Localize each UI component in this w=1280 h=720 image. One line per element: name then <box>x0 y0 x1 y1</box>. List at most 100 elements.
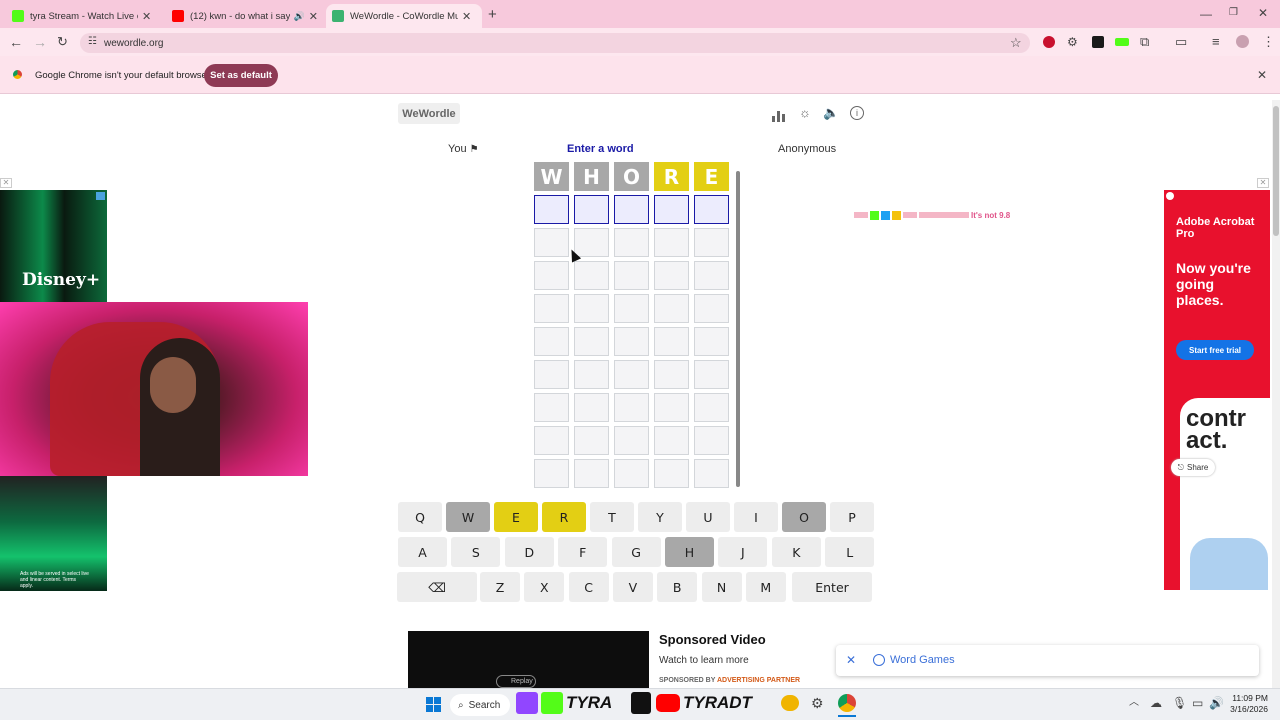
key-n[interactable]: N <box>701 572 742 602</box>
youtube-taskbar-icon[interactable] <box>656 694 680 712</box>
enter-key[interactable]: Enter <box>792 572 872 602</box>
settings-gear-icon[interactable]: ⚙ <box>811 696 824 710</box>
close-icon[interactable]: ✕ <box>309 10 318 23</box>
disney-logo: Disney+ <box>22 270 101 290</box>
word-games-banner[interactable]: ✕ Word Games <box>836 645 1259 676</box>
taskbar-search[interactable]: ⌕ Search <box>450 694 510 716</box>
tab-kick[interactable]: tyra Stream - Watch Live on Ki ✕ <box>6 4 164 28</box>
sound-icon[interactable]: 🔈 <box>823 106 839 119</box>
banner-close-icon[interactable]: ✕ <box>846 653 856 667</box>
key-d[interactable]: D <box>504 537 554 567</box>
sponsored-video-player[interactable]: Replay <box>408 631 649 688</box>
speaker-icon[interactable]: 🔊 <box>294 11 305 22</box>
key-a[interactable]: A <box>398 537 447 567</box>
key-l[interactable]: L <box>825 537 875 567</box>
lightbulb-icon[interactable]: ☼ <box>799 106 811 119</box>
board-tile: W <box>534 162 569 191</box>
reload-icon[interactable]: ↻ <box>57 35 68 48</box>
key-e[interactable]: E <box>494 502 538 532</box>
key-g[interactable]: G <box>611 537 661 567</box>
chrome-taskbar-icon[interactable] <box>838 694 856 712</box>
close-icon[interactable]: ✕ <box>462 10 471 23</box>
start-free-trial-button[interactable]: Start free trial <box>1176 340 1254 360</box>
kick-taskbar-icon[interactable] <box>541 692 563 714</box>
key-f[interactable]: F <box>558 537 608 567</box>
key-c[interactable]: C <box>568 572 609 602</box>
forward-icon[interactable]: → <box>33 35 47 49</box>
word-games-link[interactable]: Word Games <box>890 654 955 666</box>
key-u[interactable]: U <box>686 502 730 532</box>
adchoices-icon[interactable] <box>1166 192 1174 200</box>
adchoices-icon[interactable] <box>96 192 105 200</box>
key-p[interactable]: P <box>830 502 874 532</box>
menu-kebab-icon[interactable]: ⋮ <box>1262 35 1275 48</box>
profile-avatar[interactable] <box>1236 35 1249 48</box>
backspace-key[interactable]: ⌫ <box>397 572 477 602</box>
minimize-icon[interactable]: — <box>1200 8 1212 20</box>
stats-icon[interactable] <box>772 106 790 122</box>
key-x[interactable]: X <box>524 572 565 602</box>
tiktok-icon[interactable] <box>631 692 651 714</box>
key-b[interactable]: B <box>657 572 698 602</box>
key-h[interactable]: H <box>665 537 714 567</box>
infobar-close-icon[interactable]: ✕ <box>1257 69 1267 81</box>
share-button[interactable]: ⎋ Share <box>1171 459 1215 476</box>
restore-icon[interactable]: ❐ <box>1229 8 1238 18</box>
replay-button[interactable]: Replay <box>496 675 536 688</box>
close-icon[interactable]: ✕ <box>142 10 151 23</box>
key-v[interactable]: V <box>612 572 653 602</box>
key-w[interactable]: W <box>446 502 490 532</box>
bookmark-star-icon[interactable]: ☆ <box>1010 36 1022 49</box>
windows-start-icon[interactable] <box>426 697 441 712</box>
info-icon[interactable]: i <box>850 106 864 120</box>
key-i[interactable]: I <box>734 502 778 532</box>
extension-gear-icon[interactable]: ⚙ <box>1067 36 1078 48</box>
clock-time: 11:09 PM <box>1232 693 1268 703</box>
window-close-icon[interactable]: ✕ <box>1258 7 1268 19</box>
key-r[interactable]: R <box>542 502 586 532</box>
mic-icon[interactable]: 🎙 <box>1172 697 1187 709</box>
back-icon[interactable]: ← <box>9 35 23 49</box>
key-s[interactable]: S <box>451 537 501 567</box>
twitch-icon[interactable] <box>516 692 538 714</box>
streamer-webcam <box>0 302 308 476</box>
key-k[interactable]: K <box>771 537 821 567</box>
site-info-icon[interactable]: ☷ <box>88 37 97 47</box>
media-icon[interactable]: ≡ <box>1212 35 1220 48</box>
extension-battery-icon[interactable] <box>1115 38 1129 46</box>
cast-icon[interactable]: ▭ <box>1175 35 1187 48</box>
tab-wewordle[interactable]: WeWordle - CoWordle Multipla ✕ <box>326 4 482 28</box>
extension-square-icon[interactable] <box>1092 36 1104 48</box>
discord-icon[interactable] <box>781 695 799 711</box>
key-q[interactable]: Q <box>398 502 442 532</box>
adobe-ad[interactable]: Adobe Acrobat Pro Now you're going place… <box>1164 190 1270 590</box>
empty-cell <box>574 393 609 422</box>
tray-chevron-icon[interactable]: ︿ <box>1129 698 1139 708</box>
key-o[interactable]: O <box>782 502 826 532</box>
key-j[interactable]: J <box>718 537 768 567</box>
page-scrollbar[interactable] <box>1272 100 1280 688</box>
volume-icon[interactable]: 🔊 <box>1209 697 1224 709</box>
sponsored-partner: ADVERTISING PARTNER <box>716 677 801 684</box>
new-tab-button[interactable]: + <box>488 7 497 22</box>
set-default-button[interactable]: Set as default <box>204 64 278 87</box>
board-scrollbar[interactable] <box>735 163 741 491</box>
empty-cell <box>694 327 729 356</box>
address-bar[interactable]: wewordle.org <box>80 33 1030 53</box>
display-icon[interactable]: ▭ <box>1192 697 1203 709</box>
ad-close-icon[interactable]: ✕ <box>0 178 12 188</box>
ad-close-icon[interactable]: ✕ <box>1257 178 1269 188</box>
wewordle-logo[interactable]: WeWordle <box>398 103 460 124</box>
key-m[interactable]: M <box>745 572 786 602</box>
key-t[interactable]: T <box>590 502 634 532</box>
extensions-puzzle-icon[interactable]: ⧉ <box>1140 35 1149 48</box>
cloud-icon[interactable]: ☁ <box>1150 697 1162 709</box>
tab-youtube[interactable]: (12) kwn - do what i say (O 🔊 ✕ <box>166 4 324 28</box>
disney-ad[interactable]: Disney+ <box>0 190 107 302</box>
key-z[interactable]: Z <box>480 572 520 602</box>
extension-red-icon[interactable] <box>1043 36 1055 48</box>
key-y[interactable]: Y <box>638 502 682 532</box>
clock[interactable]: 11:09 PM 3/16/2026 <box>1228 693 1268 715</box>
search-icon: ⌕ <box>458 699 464 711</box>
disney-ad-bottom[interactable]: Ads will be served in select live and li… <box>0 476 107 591</box>
